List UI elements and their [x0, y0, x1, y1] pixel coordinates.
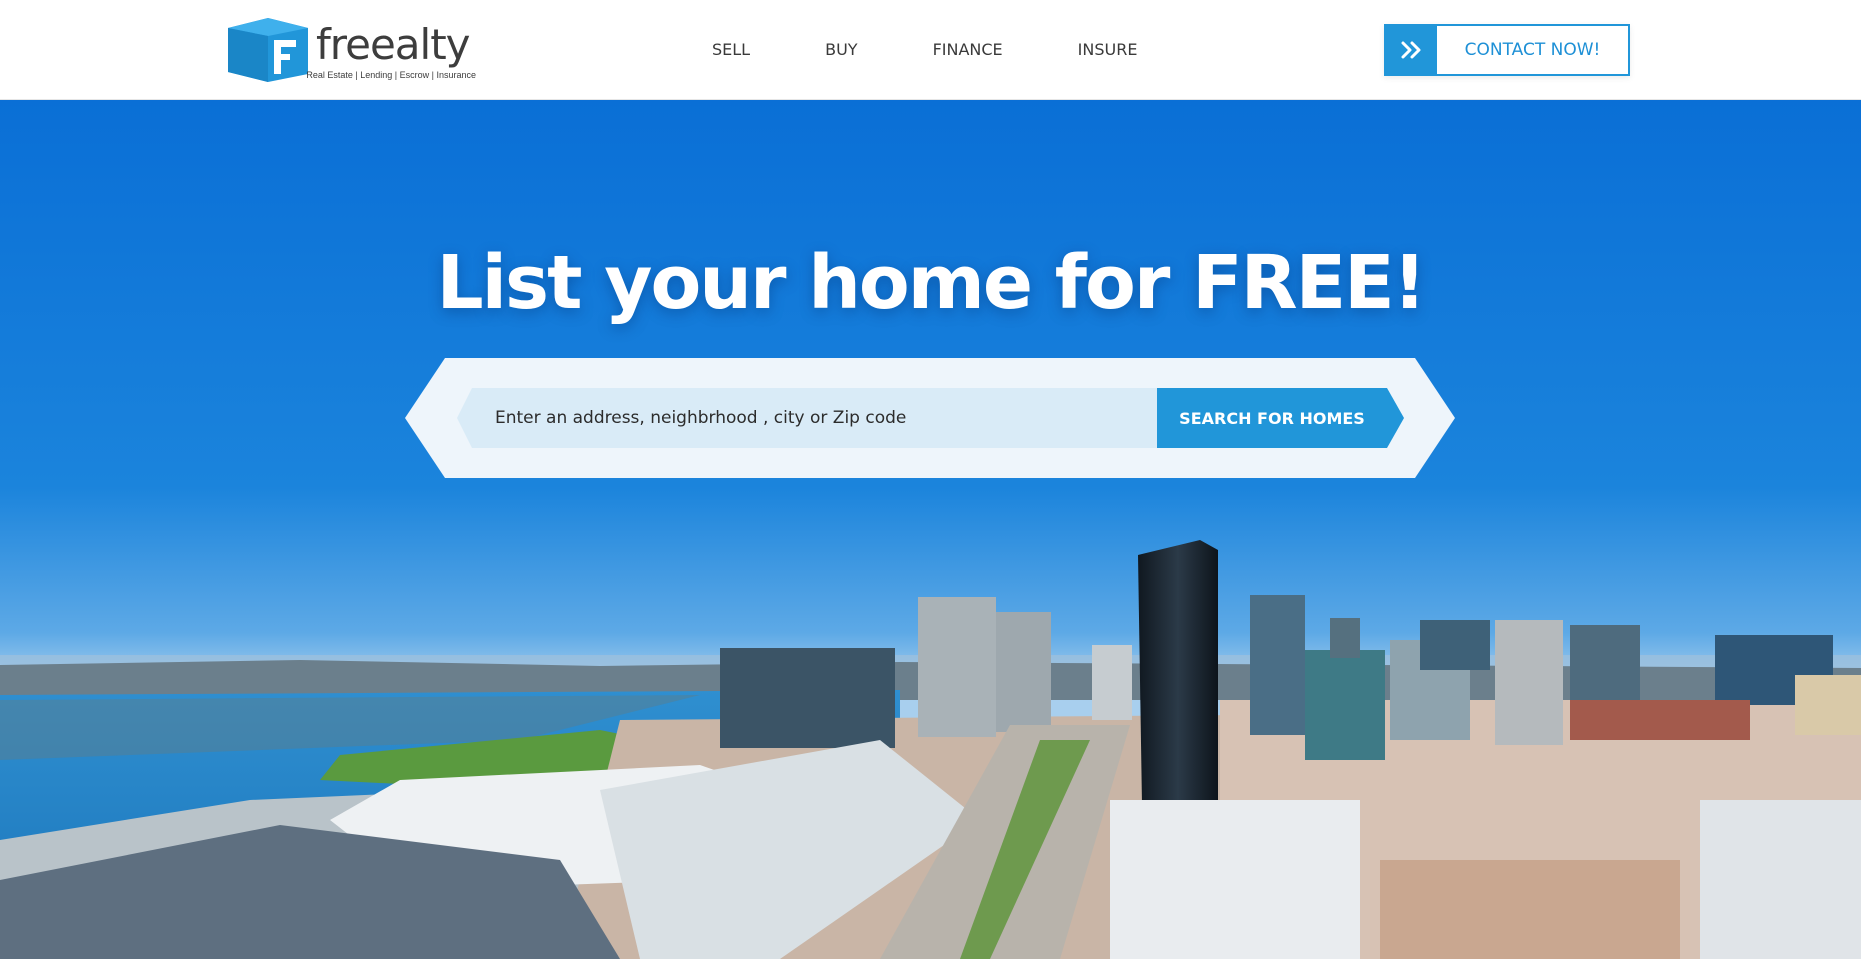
contact-icon-box [1386, 26, 1437, 74]
brand-logo[interactable]: freealty Real Estate | Lending | Escrow … [228, 18, 478, 84]
contact-now-label: CONTACT NOW! [1464, 40, 1601, 60]
search-input[interactable] [485, 388, 1157, 448]
brand-tagline: Real Estate | Lending | Escrow | Insuran… [306, 70, 476, 80]
double-chevron-right-icon [1401, 41, 1420, 59]
main-nav: SELL BUY FINANCE INSURE [712, 38, 1137, 62]
cube-f-logo-icon [228, 18, 308, 82]
san-diego-skyline-photo [0, 100, 1861, 959]
nav-item-insure[interactable]: INSURE [1078, 38, 1138, 62]
search-bar: SEARCH FOR HOMES [405, 358, 1455, 478]
nav-item-buy[interactable]: BUY [825, 38, 857, 62]
brand-name: freealty [316, 20, 471, 69]
nav-item-sell[interactable]: SELL [712, 38, 750, 62]
contact-now-button[interactable]: CONTACT NOW! [1384, 24, 1630, 76]
hero-section: List your home for FREE! SEARCH FOR HOME… [0, 100, 1861, 959]
site-header: freealty Real Estate | Lending | Escrow … [0, 0, 1861, 100]
search-for-homes-button[interactable]: SEARCH FOR HOMES [1155, 388, 1405, 448]
nav-item-finance[interactable]: FINANCE [933, 38, 1003, 62]
hero-title: List your home for FREE! [436, 240, 1427, 326]
